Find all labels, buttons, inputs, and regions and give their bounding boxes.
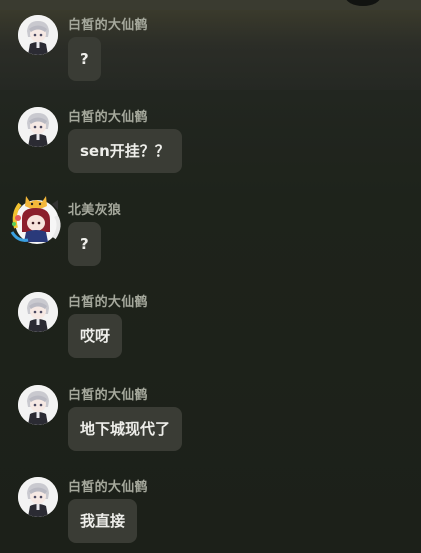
chat-message: 白皙的大仙鹤 ? — [18, 15, 418, 105]
sender-name: 白皙的大仙鹤 — [68, 18, 148, 33]
sender-name: 北美灰狼 — [68, 203, 122, 218]
sender-name: 白皙的大仙鹤 — [68, 480, 148, 495]
white-hair-avatar-icon[interactable] — [18, 15, 58, 55]
white-hair-avatar-icon[interactable] — [18, 107, 58, 147]
message-bubble[interactable]: 我直接 — [68, 499, 138, 543]
chat-feed: 白皙的大仙鹤 ? 白皙的大仙鹤 sen开挂？？ 北美灰狼 ? 白皙的大仙鹤 哎呀… — [0, 0, 421, 553]
chat-message: 白皙的大仙鹤 地下城现代了 — [18, 385, 418, 475]
sender-name: 白皙的大仙鹤 — [68, 295, 148, 310]
message-bubble[interactable]: ? — [68, 37, 101, 81]
white-hair-avatar-icon[interactable] — [18, 385, 58, 425]
sender-name: 白皙的大仙鹤 — [68, 110, 148, 125]
white-hair-avatar-icon[interactable] — [18, 292, 58, 332]
message-bubble[interactable]: sen开挂？？ — [68, 129, 182, 173]
red-hair-cat-avatar-icon[interactable] — [8, 192, 66, 250]
message-bubble[interactable]: 哎呀 — [68, 314, 123, 358]
white-hair-avatar-icon[interactable] — [18, 477, 58, 517]
message-bubble[interactable]: ? — [68, 222, 101, 266]
chat-message: 白皙的大仙鹤 我直接 — [18, 477, 418, 553]
sender-name: 白皙的大仙鹤 — [68, 388, 148, 403]
chat-message: 白皙的大仙鹤 哎呀 — [18, 292, 418, 382]
chat-message: 白皙的大仙鹤 sen开挂？？ — [18, 107, 418, 197]
message-bubble[interactable]: 地下城现代了 — [68, 407, 183, 451]
chat-message: 北美灰狼 ? — [10, 196, 418, 290]
